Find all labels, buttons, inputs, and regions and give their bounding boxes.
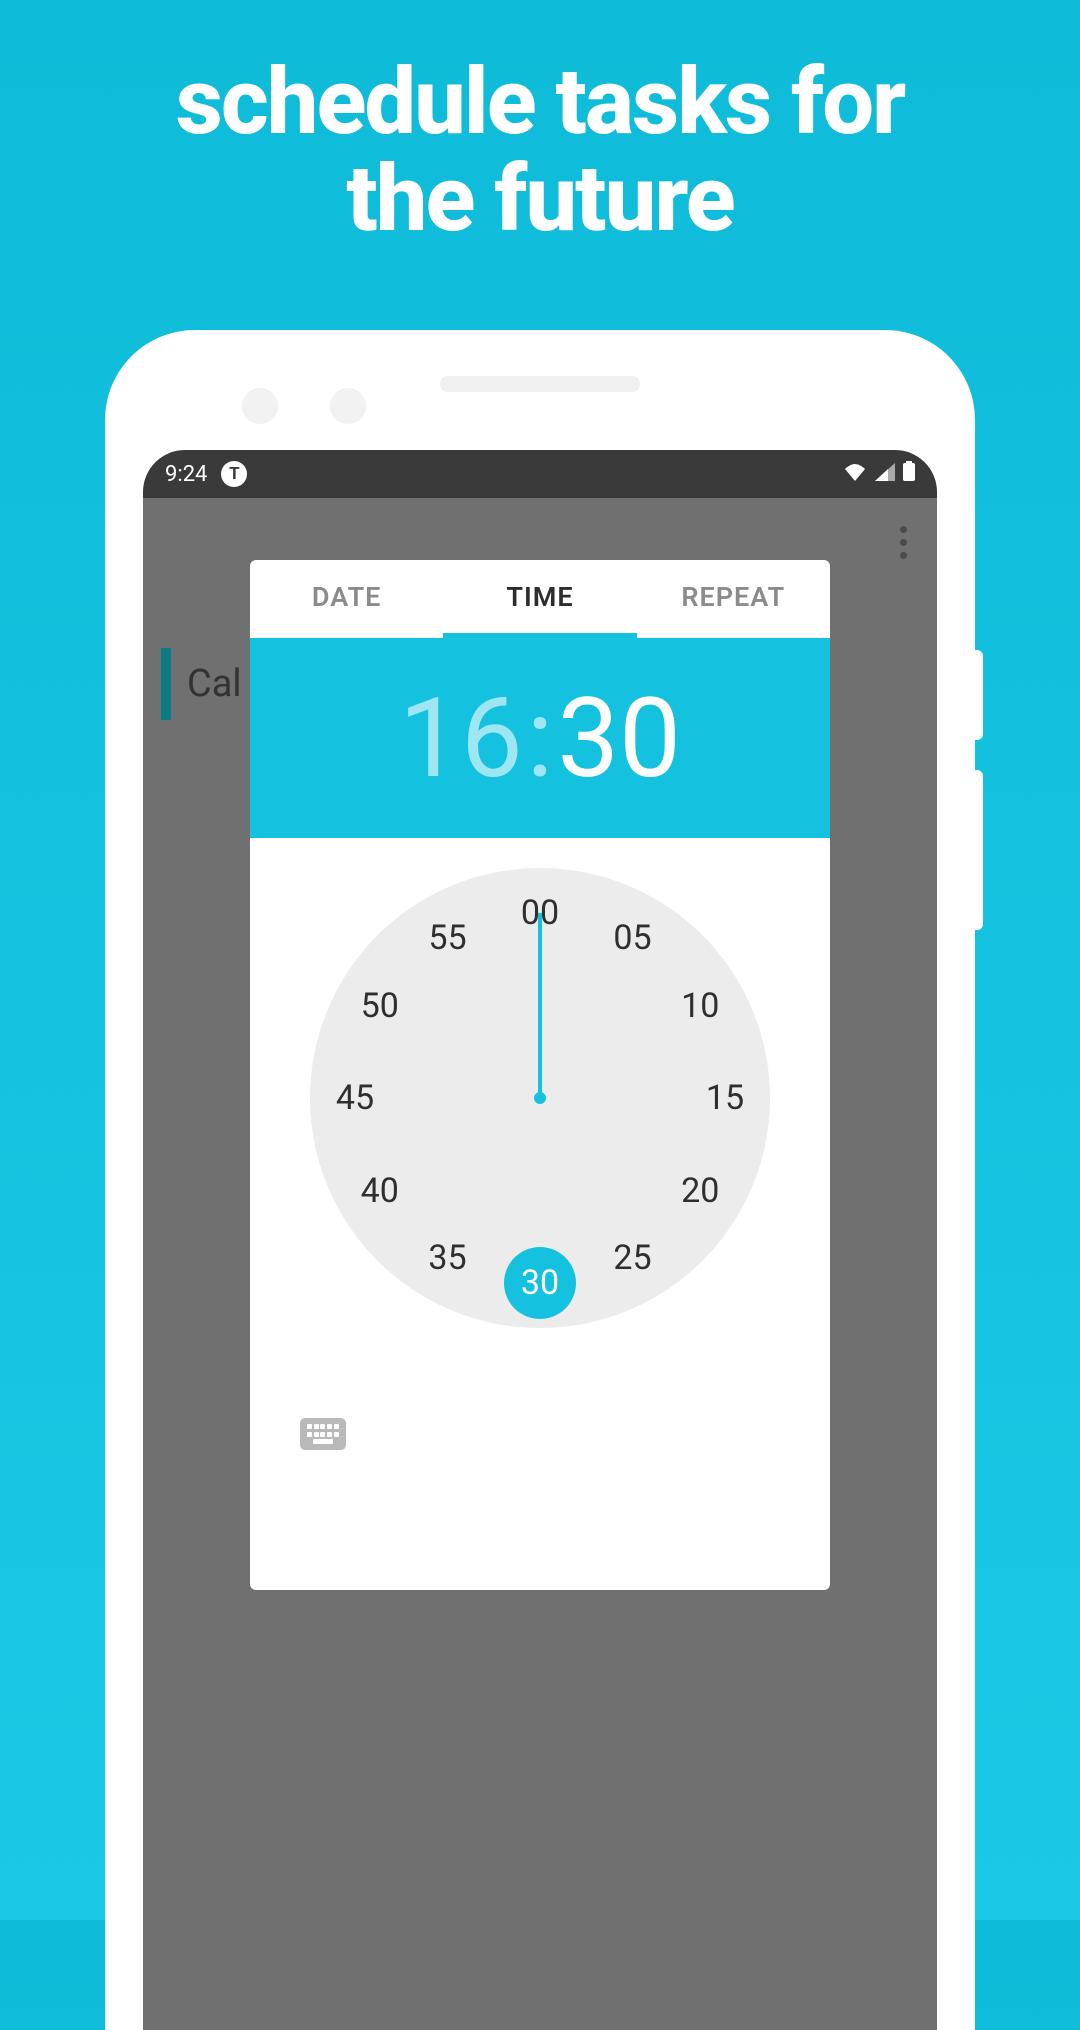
hero-line-1: schedule tasks for (176, 49, 905, 156)
tab-repeat[interactable]: REPEAT (637, 560, 830, 638)
clock-number[interactable]: 40 (350, 1169, 410, 1213)
clock-number[interactable]: 20 (670, 1169, 730, 1213)
time-minute[interactable]: 30 (557, 674, 681, 803)
overflow-menu-icon[interactable] (900, 526, 907, 559)
app-background-scrim: Cal DATE TIME REPEAT 16 : 30 00051015202… (143, 498, 937, 2030)
clock-number[interactable]: 10 (670, 984, 730, 1028)
clock-number[interactable]: 25 (603, 1236, 663, 1280)
task-title-preview: Cal (187, 662, 242, 706)
schedule-dialog: DATE TIME REPEAT 16 : 30 000510152025303… (250, 560, 830, 1590)
phone-frame: 9:24 T Cal (105, 330, 975, 2030)
task-list-item: Cal (161, 648, 258, 720)
battery-icon (903, 461, 915, 487)
clock-number[interactable]: 50 (350, 984, 410, 1028)
camera-dot (242, 388, 278, 424)
clock-number[interactable]: 35 (418, 1236, 478, 1280)
status-time: 9:24 (165, 462, 207, 487)
phone-screen: 9:24 T Cal (143, 450, 937, 2030)
phone-side-button (975, 650, 983, 740)
camera-dot (330, 388, 366, 424)
signal-icon (875, 462, 895, 487)
time-hour[interactable]: 16 (399, 674, 523, 803)
clock-number[interactable]: 15 (695, 1076, 755, 1120)
clock-number[interactable]: 55 (418, 916, 478, 960)
keyboard-input-icon[interactable] (300, 1418, 346, 1450)
tab-date[interactable]: DATE (250, 560, 443, 638)
status-bar: 9:24 T (143, 450, 937, 498)
clock-hand[interactable] (538, 913, 542, 1098)
time-display: 16 : 30 (250, 638, 830, 838)
dialog-tabs: DATE TIME REPEAT (250, 560, 830, 638)
tab-time[interactable]: TIME (443, 560, 636, 638)
clock-face[interactable]: 00051015202530354045505530 (310, 868, 770, 1328)
clock-area: 00051015202530354045505530 (250, 838, 830, 1348)
phone-side-button (975, 770, 983, 930)
clock-selected-marker[interactable]: 30 (504, 1247, 576, 1319)
clock-number[interactable]: 05 (603, 916, 663, 960)
hero-line-2: the future (346, 146, 733, 253)
speaker-grille (440, 376, 640, 392)
hero-headline: schedule tasks for the future (0, 0, 1080, 248)
clock-number[interactable]: 45 (325, 1076, 385, 1120)
time-colon: : (527, 674, 554, 803)
wifi-icon (843, 462, 867, 487)
status-app-badge: T (221, 461, 247, 487)
